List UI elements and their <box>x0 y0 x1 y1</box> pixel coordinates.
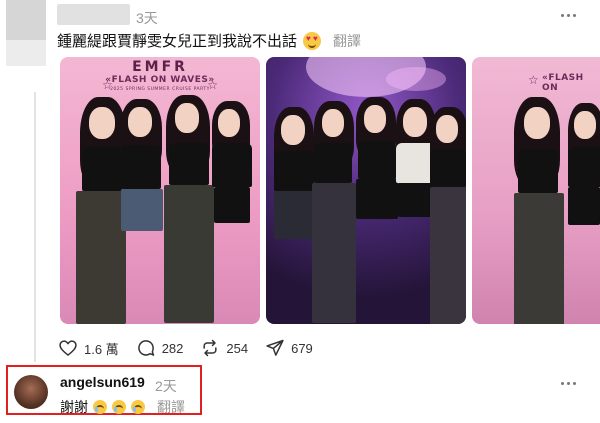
reply-time: 2天 <box>155 378 177 394</box>
like-button[interactable]: 1.6 萬 <box>58 338 119 358</box>
repost-count: 254 <box>226 340 249 356</box>
reply-more-options-icon[interactable] <box>556 374 580 392</box>
photo-sign: ☆ «FLASH ON <box>528 73 600 93</box>
post-photo-2[interactable] <box>266 57 466 324</box>
blurred-username[interactable] <box>57 4 130 25</box>
star-icon: ☆ <box>528 73 539 87</box>
repost-icon <box>203 339 217 357</box>
share-button[interactable]: 679 <box>265 338 313 358</box>
post-photo-1[interactable]: EMFR ☆ ☆ «FLASH ON WAVES» 2025 SPRING SU… <box>60 57 260 324</box>
share-count: 679 <box>291 340 313 356</box>
reply-username[interactable]: angelsun619 <box>60 374 145 390</box>
original-poster-avatar[interactable] <box>6 0 46 66</box>
star-icon: ☆ <box>207 78 218 92</box>
post-text: 鍾麗緹跟賈靜雯女兒正到我說不出話 翻譯 <box>57 30 361 51</box>
like-count: 1.6 萬 <box>84 341 119 357</box>
crying-face-icon <box>112 400 126 414</box>
comment-icon <box>137 340 154 356</box>
sign-subtitle: 2025 SPRING SUMMER CRUISE PARTY <box>110 87 210 92</box>
more-options-icon[interactable] <box>556 6 580 24</box>
heart-icon <box>59 340 77 356</box>
sign-title: «FLASH ON WAVES» <box>105 75 215 85</box>
photo-sign: EMFR ☆ ☆ «FLASH ON WAVES» 2025 SPRING SU… <box>100 59 220 92</box>
avatar-shadow <box>6 40 46 66</box>
comment-button[interactable]: 282 <box>136 338 184 358</box>
translate-link[interactable]: 翻譯 <box>333 31 361 51</box>
post-photo-3[interactable]: ☆ «FLASH ON <box>472 57 600 324</box>
reply-translate-link[interactable]: 翻譯 <box>157 397 185 417</box>
reply-text: 謝謝 翻譯 <box>60 397 185 417</box>
reply-avatar[interactable] <box>14 375 48 409</box>
crying-face-icon <box>131 400 145 414</box>
post-actions: 1.6 萬 282 254 679 <box>58 338 330 358</box>
repost-button[interactable]: 254 <box>200 338 248 358</box>
stage-light <box>386 67 446 91</box>
thread-line <box>34 92 36 362</box>
heart-eyes-emoji-icon <box>303 31 322 50</box>
post-body: 鍾麗緹跟賈靜雯女兒正到我說不出話 <box>57 33 298 50</box>
comment-count: 282 <box>161 340 184 356</box>
sign-title: «FLASH ON <box>542 73 584 93</box>
reply-body: 謝謝 <box>60 399 88 415</box>
sign-brand: EMFR <box>132 59 188 75</box>
star-icon: ☆ <box>102 78 113 92</box>
crying-face-icon <box>93 400 107 414</box>
post-time: 3天 <box>136 10 158 26</box>
send-icon <box>266 339 284 356</box>
